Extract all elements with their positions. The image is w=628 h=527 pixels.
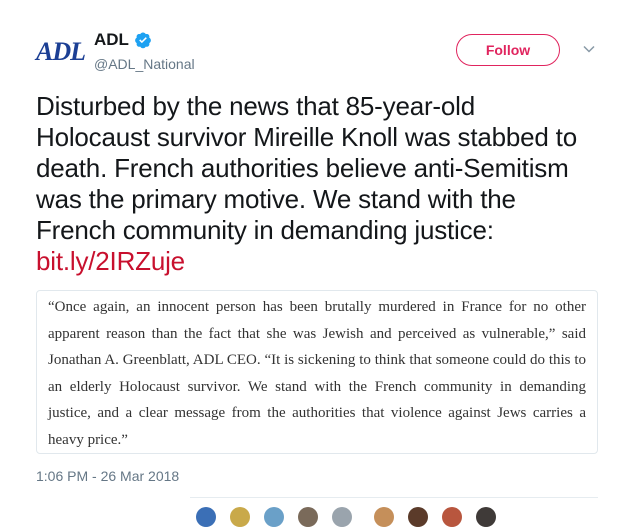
tweet-body: Disturbed by the news that 85-year-old H… <box>36 91 577 245</box>
display-name[interactable]: ADL <box>94 30 129 50</box>
quoted-image-text: “Once again, an innocent person has been… <box>36 290 598 454</box>
tweet-header: ADL ADL @ADL_National Follow <box>36 28 606 78</box>
name-line: ADL <box>94 30 152 50</box>
avatar[interactable] <box>408 507 428 527</box>
avatar[interactable] <box>264 507 284 527</box>
tweet-timestamp[interactable]: 1:06 PM - 26 Mar 2018 <box>36 468 179 484</box>
avatar[interactable] <box>230 507 250 527</box>
verified-badge-icon <box>135 32 151 49</box>
avatar[interactable] <box>298 507 318 527</box>
tweet-text: Disturbed by the news that 85-year-old H… <box>36 91 592 277</box>
chevron-down-icon[interactable] <box>582 42 596 56</box>
avatar[interactable] <box>332 507 352 527</box>
avatar[interactable] <box>196 507 216 527</box>
tweet-link[interactable]: bit.ly/2IRZuje <box>36 246 185 276</box>
adl-logo[interactable]: ADL <box>36 37 86 67</box>
avatar[interactable] <box>476 507 496 527</box>
divider <box>190 497 598 498</box>
follow-button[interactable]: Follow <box>456 34 560 66</box>
account-handle[interactable]: @ADL_National <box>94 56 195 72</box>
avatar[interactable] <box>442 507 462 527</box>
avatar[interactable] <box>374 507 394 527</box>
